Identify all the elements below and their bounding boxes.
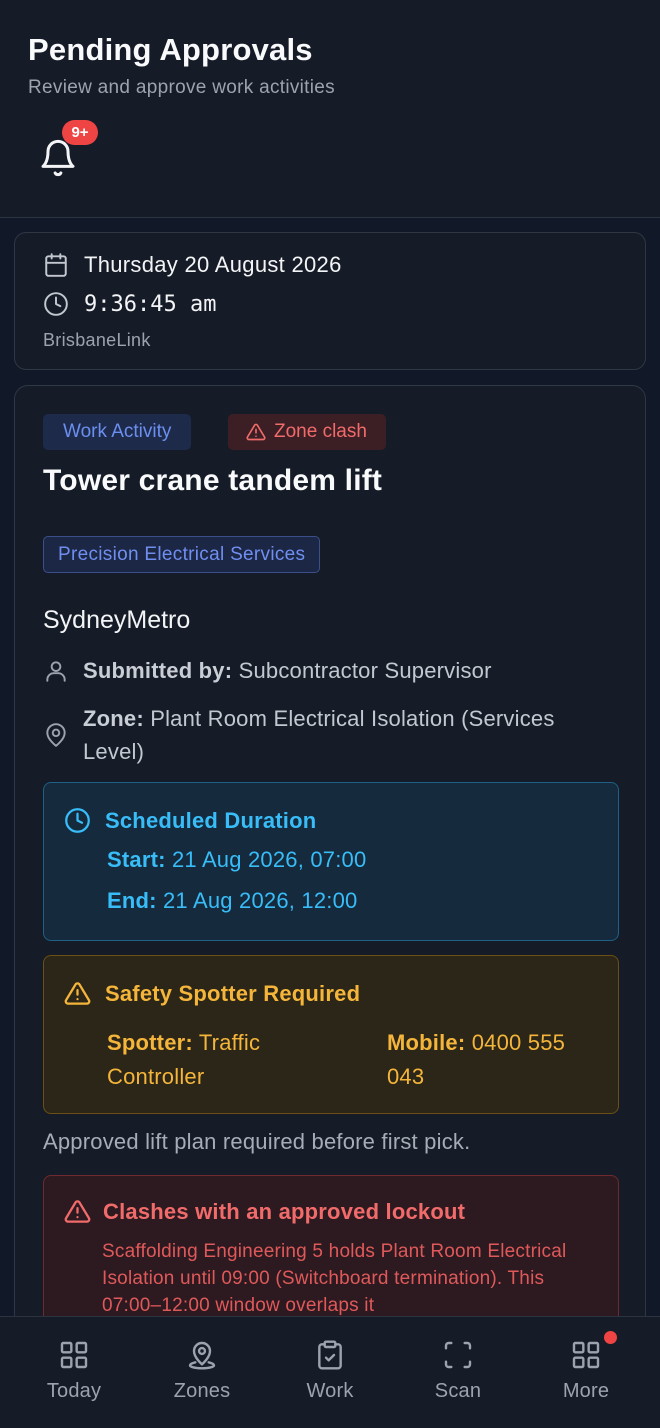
clock-icon (44, 292, 68, 316)
clash-description: Scaffolding Engineering 5 holds Plant Ro… (102, 1241, 567, 1316)
notifications-badge: 9+ (62, 120, 98, 145)
apps-icon (572, 1341, 600, 1369)
start-time: Start: 21 Aug 2026, 07:00 (107, 847, 367, 872)
nav-today[interactable]: Today (8, 1317, 140, 1428)
nav-zones[interactable]: Zones (136, 1317, 268, 1428)
nav-scan[interactable]: Scan (392, 1317, 524, 1428)
more-notification-dot (604, 1331, 617, 1344)
nav-scan-label: Scan (434, 1380, 482, 1402)
date-row: Thursday 20 August 2026 (43, 252, 342, 278)
clipboard-check-icon (318, 1340, 342, 1370)
page-subtitle: Review and approve work activities (28, 77, 335, 98)
user-icon (46, 661, 66, 682)
datetime-card: Thursday 20 August 2026 9:36:45 am Brisb… (14, 232, 646, 370)
approval-card[interactable]: Work Activity Zone clash Tower crane tan… (14, 385, 646, 1428)
zone-clash-tag: Zone clash (228, 414, 386, 450)
zone-clash-label: Zone clash (274, 421, 367, 442)
zone-row: Zone: Plant Room Electrical Isolation (S… (43, 702, 623, 768)
current-date: Thursday 20 August 2026 (84, 252, 342, 277)
calendar-icon (45, 253, 67, 277)
warning-icon (64, 1200, 91, 1223)
end-time: End: 21 Aug 2026, 12:00 (107, 888, 358, 913)
activity-title: Tower crane tandem lift (43, 464, 383, 497)
time-row: 9:36:45 am (43, 291, 216, 317)
safety-spotter-heading: Safety Spotter Required (64, 980, 360, 1007)
current-project: BrisbaneLink (43, 330, 151, 350)
activity-note: Approved lift plan required before first… (43, 1129, 471, 1154)
current-time: 9:36:45 am (84, 291, 217, 317)
project-name: SydneyMetro (43, 606, 191, 634)
nav-today-label: Today (46, 1380, 102, 1402)
zone: Zone: Plant Room Electrical Isolation (S… (83, 706, 555, 764)
submitted-by: Submitted by: Subcontractor Supervisor (83, 658, 492, 683)
nav-more[interactable]: More (520, 1317, 652, 1428)
scheduled-duration-panel: Scheduled Duration Start: 21 Aug 2026, 0… (43, 782, 619, 941)
scheduled-duration-heading: Scheduled Duration (64, 807, 316, 834)
nav-zones-label: Zones (173, 1380, 231, 1402)
nav-work-label: Work (306, 1380, 354, 1402)
scan-icon (444, 1341, 472, 1369)
nav-work[interactable]: Work (264, 1317, 396, 1428)
work-activity-tag: Work Activity (43, 414, 192, 450)
submitted-by-row: Submitted by: Subcontractor Supervisor (43, 654, 623, 687)
header: Pending Approvals Review and approve wor… (0, 0, 660, 218)
grid-icon (60, 1341, 88, 1369)
spotter-mobile[interactable]: Mobile: 0400 555 043 (387, 1026, 607, 1094)
map-pin-icon (46, 723, 66, 747)
clock-icon (65, 808, 90, 833)
app-screen: Pending Approvals Review and approve wor… (0, 0, 660, 1428)
warning-icon (246, 423, 266, 441)
safety-spotter-panel: Safety Spotter Required Spotter: Traffic… (43, 955, 619, 1114)
warning-icon (64, 982, 91, 1005)
page-title: Pending Approvals (28, 32, 313, 67)
map-pin-icon (188, 1341, 216, 1370)
clash-heading: Clashes with an approved lockout (64, 1198, 465, 1225)
spotter-name: Spotter: Traffic Controller (107, 1030, 261, 1089)
nav-more-label: More (562, 1380, 610, 1402)
company-badge: Precision Electrical Services (43, 536, 321, 573)
bottom-nav: Today Zones Work Scan More (0, 1316, 660, 1428)
